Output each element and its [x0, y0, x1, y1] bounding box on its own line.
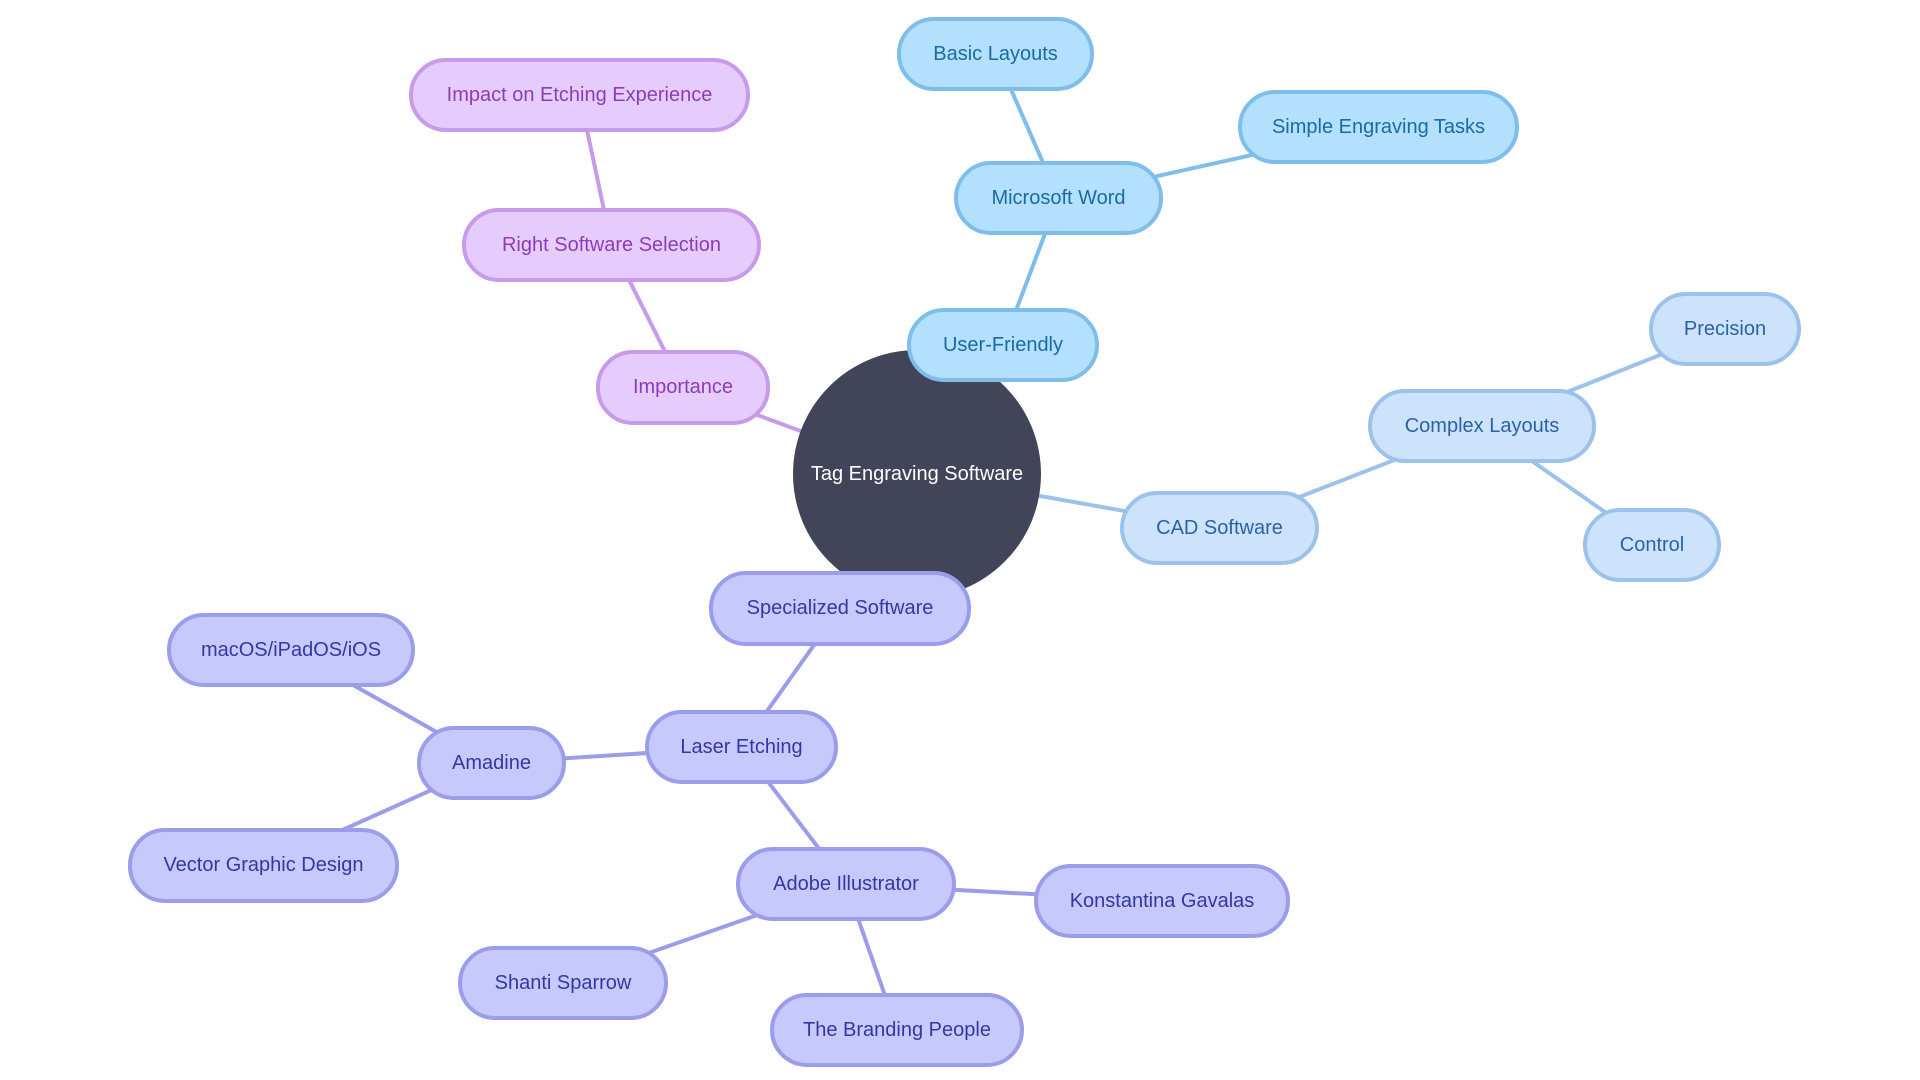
- node-shanti-sparrow[interactable]: Shanti Sparrow: [458, 946, 668, 1020]
- node-label: Precision: [1683, 317, 1767, 340]
- node-importance[interactable]: Importance: [596, 350, 770, 425]
- node-label: Tag Engraving Software: [810, 462, 1024, 485]
- node-user-friendly[interactable]: User-Friendly: [907, 308, 1099, 382]
- node-konstantina-gavalas[interactable]: Konstantina Gavalas: [1034, 864, 1290, 938]
- node-macos-ipados-ios[interactable]: macOS/iPadOS/iOS: [167, 613, 415, 687]
- node-label: Complex Layouts: [1404, 414, 1560, 437]
- node-impact-on-etching-experience[interactable]: Impact on Etching Experience: [409, 58, 750, 132]
- node-vector-graphic-design[interactable]: Vector Graphic Design: [128, 828, 399, 903]
- node-label: Control: [1619, 533, 1685, 556]
- node-laser-etching[interactable]: Laser Etching: [645, 710, 838, 784]
- node-right-software-selection[interactable]: Right Software Selection: [462, 208, 761, 282]
- node-cad-software[interactable]: CAD Software: [1120, 491, 1319, 565]
- node-label: Vector Graphic Design: [163, 854, 364, 876]
- node-label: Laser Etching: [680, 735, 803, 758]
- node-adobe-illustrator[interactable]: Adobe Illustrator: [736, 847, 956, 921]
- node-label: Simple Engraving Tasks: [1271, 115, 1486, 138]
- node-label: Basic Layouts: [933, 42, 1058, 65]
- node-root[interactable]: Tag Engraving Software: [793, 350, 1041, 598]
- node-label: Impact on Etching Experience: [446, 83, 713, 106]
- node-microsoft-word[interactable]: Microsoft Word: [954, 161, 1163, 235]
- node-label: The Branding People: [803, 1018, 991, 1041]
- node-label: Amadine: [452, 751, 531, 774]
- node-label: Shanti Sparrow: [494, 971, 632, 994]
- node-label: Specialized Software: [746, 597, 934, 619]
- node-complex-layouts[interactable]: Complex Layouts: [1368, 389, 1596, 463]
- node-label: Right Software Selection: [501, 233, 721, 256]
- node-label: Konstantina Gavalas: [1069, 889, 1255, 912]
- node-specialized-software[interactable]: Specialized Software: [709, 571, 971, 646]
- node-label: Microsoft Word: [991, 186, 1126, 209]
- node-label: User-Friendly: [942, 333, 1064, 356]
- node-simple-engraving-tasks[interactable]: Simple Engraving Tasks: [1238, 90, 1519, 164]
- node-label: macOS/iPadOS/iOS: [200, 638, 382, 661]
- node-precision[interactable]: Precision: [1649, 292, 1801, 366]
- node-basic-layouts[interactable]: Basic Layouts: [897, 17, 1094, 91]
- node-label: Adobe Illustrator: [773, 872, 919, 895]
- node-amadine[interactable]: Amadine: [417, 726, 566, 800]
- node-label: CAD Software: [1156, 516, 1283, 539]
- node-control[interactable]: Control: [1583, 508, 1721, 582]
- node-label: Importance: [632, 376, 734, 398]
- node-the-branding-people[interactable]: The Branding People: [770, 993, 1024, 1067]
